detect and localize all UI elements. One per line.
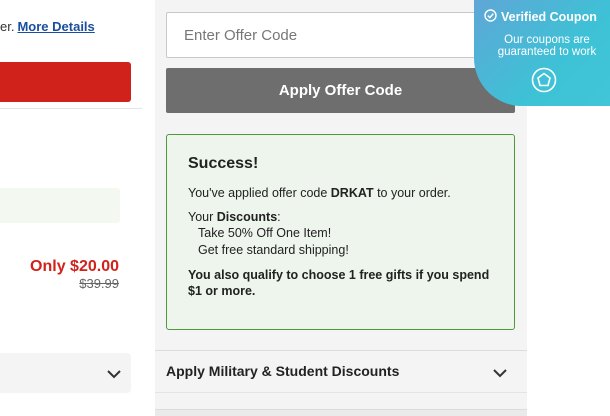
verified-coupon-badge: Verified Coupon Our coupons are guarante… [474,0,610,106]
more-details-link[interactable]: More Details [17,19,94,34]
discount-item: Get free standard shipping! [198,243,349,257]
offer-code: DRKAT [330,186,374,200]
discounts-heading: Your Discounts: [188,209,494,225]
original-price: $39.99 [79,276,119,291]
applied-code-line: You've applied offer code DRKAT to your … [188,185,494,201]
military-student-label: Apply Military & Student Discounts [166,363,400,379]
discounts-list: Your Discounts: Take 50% Off One Item! G… [188,209,494,259]
discount-item: Take 50% Off One Item! [198,226,332,240]
left-panel: er. More Details Only $20.00 $39.99 [0,0,142,416]
promo-banner [0,188,120,223]
offer-code-panel: Apply Offer Code Success! You've applied… [155,0,527,416]
add-to-cart-button[interactable] [0,62,131,102]
verified-coupon-subtitle: Our coupons are guaranteed to work [497,34,597,58]
offer-code-input[interactable] [166,12,515,58]
left-accordion[interactable] [0,353,131,393]
verified-coupon-header: Verified Coupon [484,9,597,25]
military-student-discounts-accordion[interactable]: Apply Military & Student Discounts [166,362,515,384]
next-section-edge [155,409,527,416]
check-circle-icon [484,9,501,25]
discounts-bold: Discounts [216,210,278,224]
apply-offer-code-button[interactable]: Apply Offer Code [166,68,515,113]
discounts-prefix: Your [188,210,217,224]
applied-prefix: You've applied offer code [188,186,331,200]
sale-price: Only $20.00 [30,258,119,275]
shield-badge-icon [531,67,557,98]
verified-coupon-title: Verified Coupon [501,10,597,24]
divider [0,108,142,109]
divider [155,392,527,393]
offer-details-prefix: er. [0,19,15,34]
chevron-down-icon [493,365,507,383]
divider [155,350,527,351]
discounts-suffix: : [277,210,281,224]
chevron-down-icon [107,366,121,384]
success-title: Success! [188,155,259,172]
success-message: Success! You've applied offer code DRKAT… [166,134,515,330]
applied-suffix: to your order. [373,186,451,200]
offer-details-line: er. More Details [0,19,95,34]
free-gift-qualify-text: You also qualify to choose 1 free gifts … [188,268,490,298]
